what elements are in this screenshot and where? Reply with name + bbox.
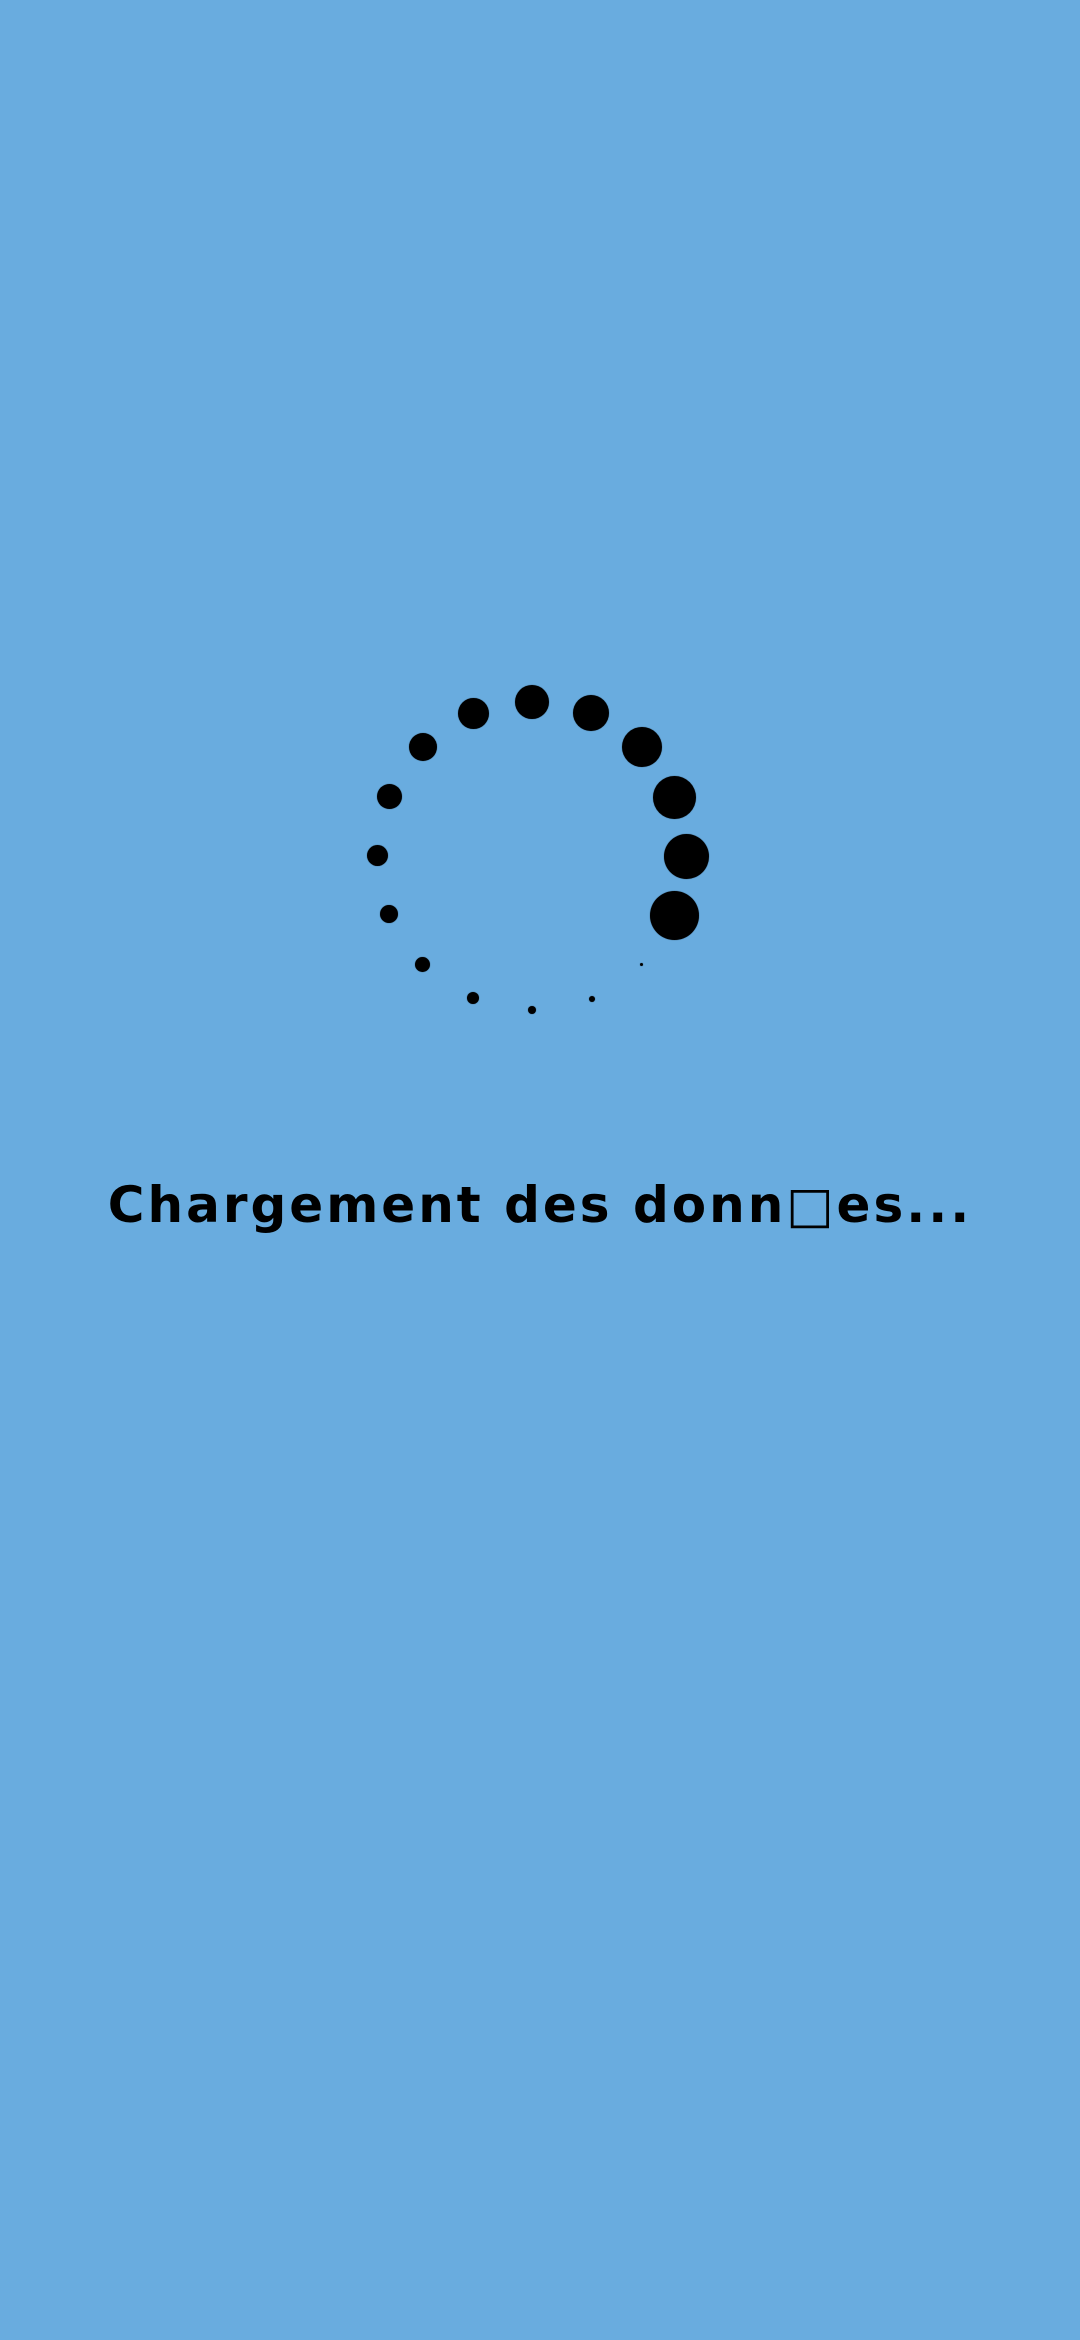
spinner-dot bbox=[664, 834, 709, 879]
spinner-dot bbox=[650, 891, 699, 940]
spinner-dot bbox=[415, 957, 430, 972]
spinner-dot bbox=[573, 695, 609, 731]
spinner-dot bbox=[409, 733, 437, 761]
spinner-dot bbox=[640, 963, 643, 966]
spinner-dot bbox=[367, 845, 388, 866]
loading-screen: Chargement des donn□es... bbox=[0, 0, 1080, 2340]
spinner-dot bbox=[653, 776, 696, 819]
loading-label: Chargement des donn□es... bbox=[107, 1176, 973, 1234]
spinner-dot bbox=[622, 727, 662, 767]
spinner-dot bbox=[377, 784, 402, 809]
loading-spinner-icon bbox=[0, 0, 1080, 1100]
spinner-dot bbox=[589, 996, 595, 1002]
spinner-dot bbox=[515, 685, 549, 719]
spinner-dot bbox=[467, 992, 479, 1004]
spinner-dot bbox=[528, 1006, 536, 1014]
spinner-dot bbox=[458, 698, 489, 729]
spinner-dot bbox=[380, 905, 398, 923]
